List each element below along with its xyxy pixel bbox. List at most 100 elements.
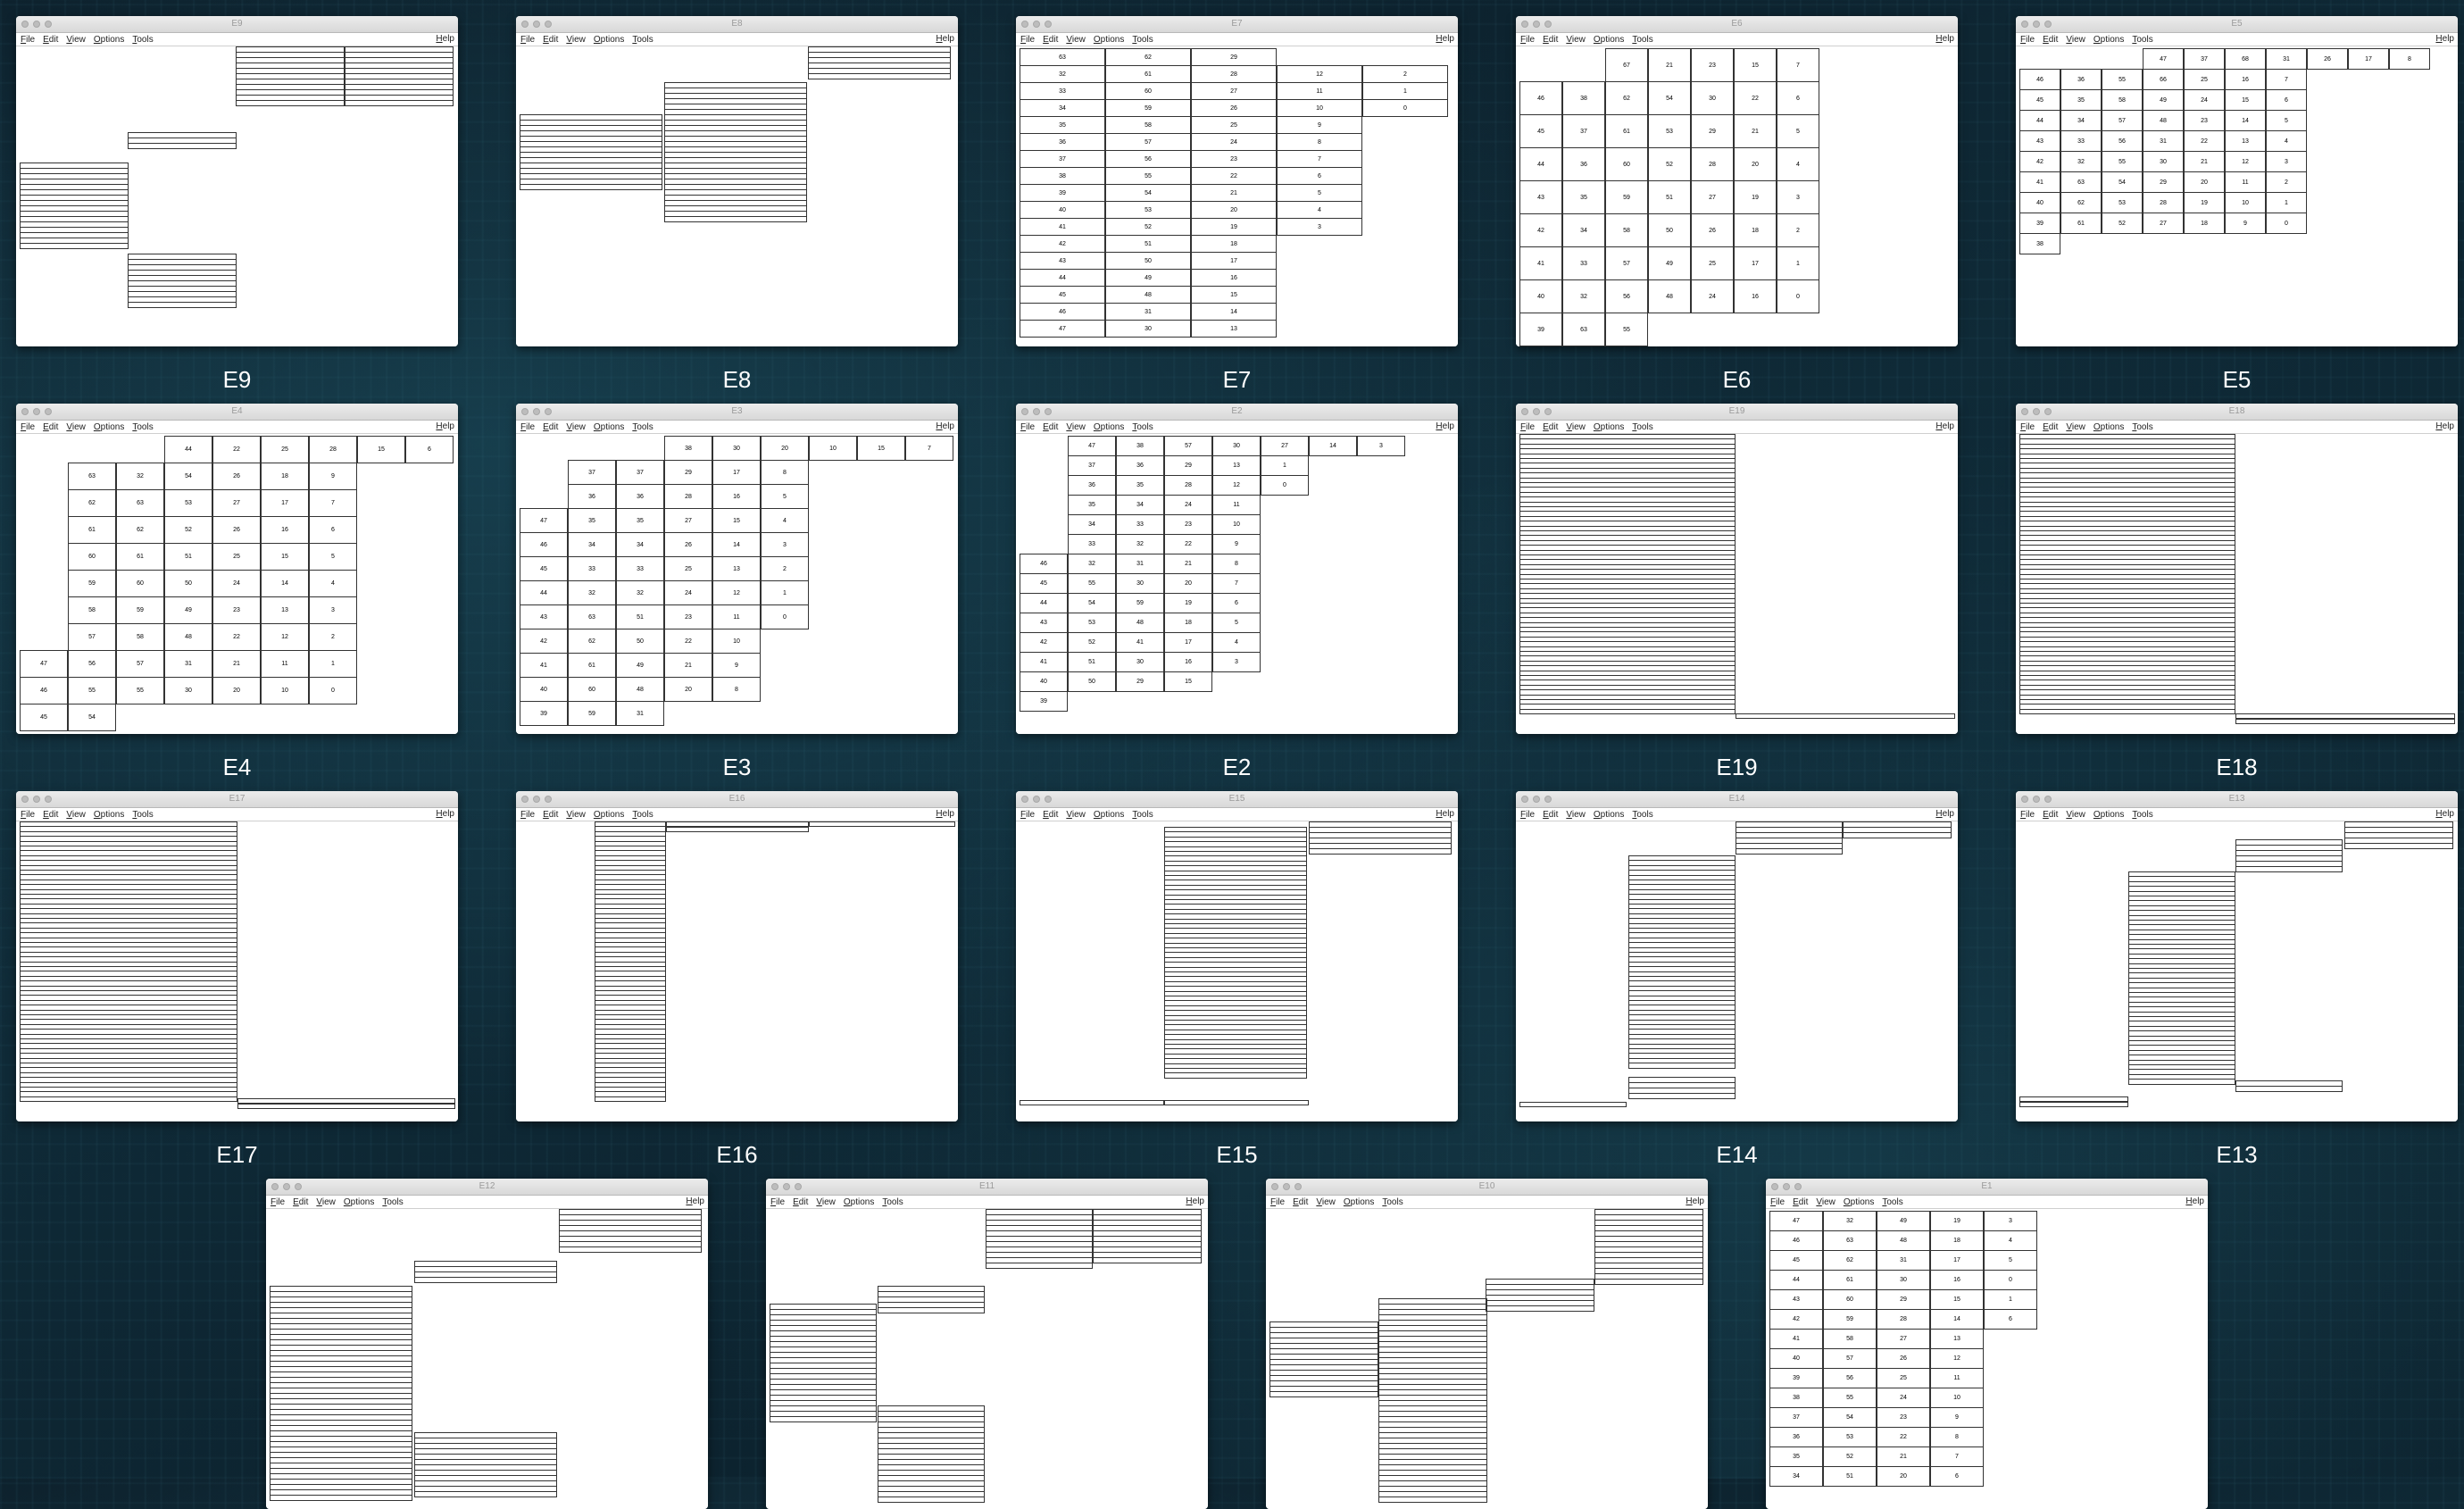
menu-help[interactable]: Help (1436, 421, 1454, 431)
menu-edit[interactable]: Edit (1293, 1197, 1308, 1207)
menu-file[interactable]: File (1020, 810, 1035, 820)
menu-file[interactable]: File (520, 35, 535, 45)
menu-tools[interactable]: Tools (132, 35, 153, 45)
menu-options[interactable]: Options (1094, 810, 1124, 820)
menu-view[interactable]: View (816, 1197, 836, 1207)
menu-help[interactable]: Help (936, 34, 954, 44)
app-window[interactable]: E14 File Edit View Options Tools Help (1516, 791, 1958, 1121)
menu-edit[interactable]: Edit (43, 810, 58, 820)
menu-tools[interactable]: Tools (382, 1197, 403, 1207)
menu-help[interactable]: Help (2435, 809, 2454, 819)
app-window[interactable]: E1 File Edit View Options Tools Help 47 32 49 19 3 4… (1766, 1179, 2208, 1509)
menu-file[interactable]: File (2020, 422, 2035, 432)
menu-tools[interactable]: Tools (1132, 35, 1153, 45)
menu-help[interactable]: Help (1935, 809, 1954, 819)
menu-view[interactable]: View (1316, 1197, 1336, 1207)
app-window[interactable]: E19 File Edit View Options Tools Help (1516, 404, 1958, 734)
title-bar[interactable]: E17 (16, 791, 458, 808)
menu-options[interactable]: Options (94, 810, 124, 820)
menu-help[interactable]: Help (1686, 1196, 1704, 1206)
menu-tools[interactable]: Tools (2132, 422, 2152, 432)
menu-file[interactable]: File (520, 810, 535, 820)
menu-view[interactable]: View (1066, 810, 1086, 820)
title-bar[interactable]: E14 (1516, 791, 1958, 808)
menu-tools[interactable]: Tools (1132, 810, 1153, 820)
menu-file[interactable]: File (1520, 35, 1535, 45)
menu-view[interactable]: View (566, 810, 586, 820)
menu-file[interactable]: File (271, 1197, 285, 1207)
app-window[interactable]: E12 File Edit View Options Tools Help (266, 1179, 708, 1509)
menu-options[interactable]: Options (94, 35, 124, 45)
title-bar[interactable]: E3 (516, 404, 958, 421)
menu-options[interactable]: Options (1594, 422, 1624, 432)
menu-options[interactable]: Options (344, 1197, 374, 1207)
menu-tools[interactable]: Tools (1882, 1197, 1902, 1207)
menu-tools[interactable]: Tools (2132, 35, 2152, 45)
title-bar[interactable]: E1 (1766, 1179, 2208, 1196)
menu-view[interactable]: View (1566, 35, 1586, 45)
menu-tools[interactable]: Tools (132, 810, 153, 820)
menu-view[interactable]: View (316, 1197, 336, 1207)
menu-edit[interactable]: Edit (1043, 35, 1058, 45)
app-window[interactable]: E5 File Edit View Options Tools Help 47 37 68 31 26… (2016, 16, 2458, 346)
title-bar[interactable]: E6 (1516, 16, 1958, 33)
menu-options[interactable]: Options (1344, 1197, 1374, 1207)
menu-tools[interactable]: Tools (1382, 1197, 1403, 1207)
app-window[interactable]: E16 File Edit View Options Tools Help (516, 791, 958, 1121)
menu-options[interactable]: Options (1094, 422, 1124, 432)
menu-edit[interactable]: Edit (1043, 422, 1058, 432)
menu-help[interactable]: Help (1186, 1196, 1204, 1206)
title-bar[interactable]: E12 (266, 1179, 708, 1196)
menu-file[interactable]: File (1770, 1197, 1785, 1207)
menu-file[interactable]: File (21, 810, 35, 820)
app-window[interactable]: E17 File Edit View Options Tools Help (16, 791, 458, 1121)
menu-tools[interactable]: Tools (882, 1197, 903, 1207)
menu-tools[interactable]: Tools (632, 35, 653, 45)
menu-options[interactable]: Options (2094, 422, 2124, 432)
menu-view[interactable]: View (1066, 422, 1086, 432)
menu-options[interactable]: Options (1094, 35, 1124, 45)
menu-help[interactable]: Help (1935, 34, 1954, 44)
menu-tools[interactable]: Tools (132, 422, 153, 432)
menu-help[interactable]: Help (686, 1196, 704, 1206)
menu-view[interactable]: View (2066, 810, 2085, 820)
title-bar[interactable]: E16 (516, 791, 958, 808)
menu-help[interactable]: Help (2435, 421, 2454, 431)
title-bar[interactable]: E5 (2016, 16, 2458, 33)
menu-edit[interactable]: Edit (1543, 810, 1558, 820)
menu-options[interactable]: Options (1594, 35, 1624, 45)
app-window[interactable]: E8 File Edit View Options Tools Help (516, 16, 958, 346)
menu-edit[interactable]: Edit (2043, 35, 2058, 45)
menu-options[interactable]: Options (94, 422, 124, 432)
menu-view[interactable]: View (1566, 422, 1586, 432)
menu-file[interactable]: File (1020, 35, 1035, 45)
menu-tools[interactable]: Tools (1632, 35, 1652, 45)
menu-view[interactable]: View (1816, 1197, 1836, 1207)
title-bar[interactable]: E19 (1516, 404, 1958, 421)
menu-file[interactable]: File (1020, 422, 1035, 432)
title-bar[interactable]: E13 (2016, 791, 2458, 808)
title-bar[interactable]: E15 (1016, 791, 1458, 808)
title-bar[interactable]: E10 (1266, 1179, 1708, 1196)
menu-options[interactable]: Options (1844, 1197, 1874, 1207)
title-bar[interactable]: E8 (516, 16, 958, 33)
menu-view[interactable]: View (1566, 810, 1586, 820)
menu-edit[interactable]: Edit (43, 35, 58, 45)
menu-view[interactable]: View (566, 422, 586, 432)
menu-file[interactable]: File (1520, 422, 1535, 432)
title-bar[interactable]: E7 (1016, 16, 1458, 33)
menu-edit[interactable]: Edit (1543, 35, 1558, 45)
app-window[interactable]: E11 File Edit View Options Tools Help (766, 1179, 1208, 1509)
menu-help[interactable]: Help (436, 809, 454, 819)
menu-tools[interactable]: Tools (632, 422, 653, 432)
menu-tools[interactable]: Tools (1632, 810, 1652, 820)
menu-options[interactable]: Options (844, 1197, 874, 1207)
menu-help[interactable]: Help (936, 809, 954, 819)
menu-help[interactable]: Help (1935, 421, 1954, 431)
app-window[interactable]: E3 File Edit View Options Tools Help 38 30 20 10 15… (516, 404, 958, 734)
menu-help[interactable]: Help (2435, 34, 2454, 44)
app-window[interactable]: E15 File Edit View Options Tools Help (1016, 791, 1458, 1121)
menu-edit[interactable]: Edit (543, 810, 558, 820)
menu-help[interactable]: Help (2185, 1196, 2204, 1206)
app-window[interactable]: E2 File Edit View Options Tools Help 47 38 57 30 27… (1016, 404, 1458, 734)
